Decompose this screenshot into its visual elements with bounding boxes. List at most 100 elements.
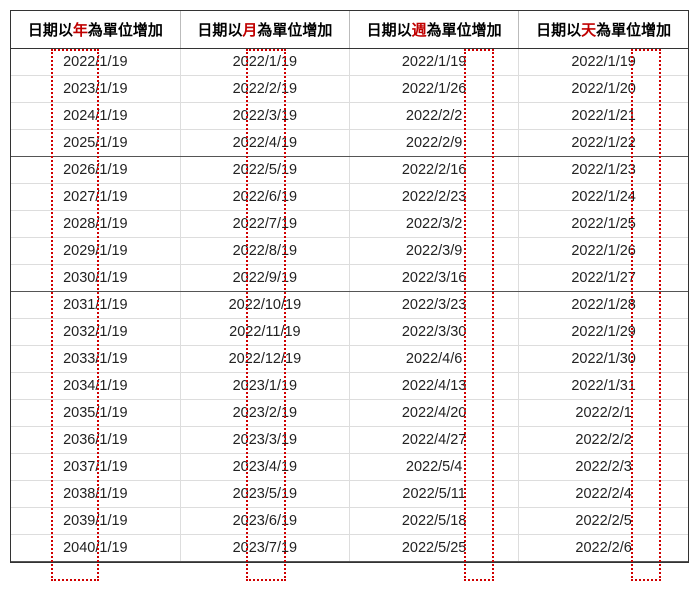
cell-day: 2022/1/29 xyxy=(519,319,688,346)
table-row: 2037/1/192023/4/192022/5/42022/2/3 xyxy=(11,454,688,481)
cell-week: 2022/2/23 xyxy=(350,184,519,211)
cell-week: 2022/5/25 xyxy=(350,535,519,562)
header-unit-week: 週 xyxy=(412,22,427,39)
header-post: 為單位增加 xyxy=(427,22,502,39)
table-row: 2032/1/192022/11/192022/3/302022/1/29 xyxy=(11,319,688,346)
cell-month: 2023/1/19 xyxy=(180,373,349,400)
header-post: 為單位增加 xyxy=(88,22,163,39)
header-day: 日期以天為單位增加 xyxy=(519,11,688,49)
header-post: 為單位增加 xyxy=(596,22,671,39)
cell-year: 2026/1/19 xyxy=(11,157,180,184)
cell-week: 2022/4/20 xyxy=(350,400,519,427)
cell-month: 2022/1/19 xyxy=(180,49,349,76)
cell-year: 2031/1/19 xyxy=(11,292,180,319)
cell-year: 2027/1/19 xyxy=(11,184,180,211)
header-pre: 日期以 xyxy=(367,22,412,39)
cell-week: 2022/2/16 xyxy=(350,157,519,184)
cell-month: 2022/11/19 xyxy=(180,319,349,346)
cell-week: 2022/4/27 xyxy=(350,427,519,454)
cell-day: 2022/1/26 xyxy=(519,238,688,265)
header-week: 日期以週為單位增加 xyxy=(350,11,519,49)
cell-day: 2022/1/25 xyxy=(519,211,688,238)
table-row: 2033/1/192022/12/192022/4/62022/1/30 xyxy=(11,346,688,373)
cell-day: 2022/1/21 xyxy=(519,103,688,130)
cell-day: 2022/1/30 xyxy=(519,346,688,373)
cell-month: 2022/4/19 xyxy=(180,130,349,157)
cell-month: 2022/3/19 xyxy=(180,103,349,130)
header-pre: 日期以 xyxy=(28,22,73,39)
cell-day: 2022/1/22 xyxy=(519,130,688,157)
cell-month: 2023/5/19 xyxy=(180,481,349,508)
cell-week: 2022/3/16 xyxy=(350,265,519,292)
cell-year: 2037/1/19 xyxy=(11,454,180,481)
cell-day: 2022/2/3 xyxy=(519,454,688,481)
cell-week: 2022/5/4 xyxy=(350,454,519,481)
table-row: 2034/1/192023/1/192022/4/132022/1/31 xyxy=(11,373,688,400)
cell-year: 2033/1/19 xyxy=(11,346,180,373)
date-table-container: 日期以年為單位增加 日期以月為單位增加 日期以週為單位增加 日期以天為單位增加 … xyxy=(10,10,689,563)
cell-year: 2029/1/19 xyxy=(11,238,180,265)
cell-month: 2022/2/19 xyxy=(180,76,349,103)
cell-day: 2022/1/24 xyxy=(519,184,688,211)
cell-year: 2030/1/19 xyxy=(11,265,180,292)
cell-year: 2024/1/19 xyxy=(11,103,180,130)
cell-month: 2023/7/19 xyxy=(180,535,349,562)
header-month: 日期以月為單位增加 xyxy=(180,11,349,49)
table-row: 2035/1/192023/2/192022/4/202022/2/1 xyxy=(11,400,688,427)
cell-year: 2036/1/19 xyxy=(11,427,180,454)
table-row: 2030/1/192022/9/192022/3/162022/1/27 xyxy=(11,265,688,292)
cell-week: 2022/3/2 xyxy=(350,211,519,238)
cell-week: 2022/4/13 xyxy=(350,373,519,400)
cell-month: 2022/5/19 xyxy=(180,157,349,184)
cell-week: 2022/3/9 xyxy=(350,238,519,265)
cell-week: 2022/3/30 xyxy=(350,319,519,346)
cell-month: 2022/10/19 xyxy=(180,292,349,319)
cell-year: 2039/1/19 xyxy=(11,508,180,535)
cell-week: 2022/1/26 xyxy=(350,76,519,103)
table-row: 2028/1/192022/7/192022/3/22022/1/25 xyxy=(11,211,688,238)
table-row: 2036/1/192023/3/192022/4/272022/2/2 xyxy=(11,427,688,454)
table-row: 2025/1/192022/4/192022/2/92022/1/22 xyxy=(11,130,688,157)
table-row: 2022/1/192022/1/192022/1/192022/1/19 xyxy=(11,49,688,76)
cell-year: 2035/1/19 xyxy=(11,400,180,427)
cell-year: 2038/1/19 xyxy=(11,481,180,508)
cell-month: 2022/7/19 xyxy=(180,211,349,238)
cell-day: 2022/1/19 xyxy=(519,49,688,76)
header-unit-year: 年 xyxy=(73,22,88,39)
cell-month: 2022/9/19 xyxy=(180,265,349,292)
cell-month: 2023/3/19 xyxy=(180,427,349,454)
cell-week: 2022/5/11 xyxy=(350,481,519,508)
cell-year: 2034/1/19 xyxy=(11,373,180,400)
table-row: 2040/1/192023/7/192022/5/252022/2/6 xyxy=(11,535,688,562)
header-post: 為單位增加 xyxy=(257,22,332,39)
cell-day: 2022/1/28 xyxy=(519,292,688,319)
cell-month: 2022/6/19 xyxy=(180,184,349,211)
cell-month: 2023/6/19 xyxy=(180,508,349,535)
cell-day: 2022/2/4 xyxy=(519,481,688,508)
date-table: 日期以年為單位增加 日期以月為單位增加 日期以週為單位增加 日期以天為單位增加 … xyxy=(11,11,688,562)
cell-day: 2022/1/27 xyxy=(519,265,688,292)
table-row: 2027/1/192022/6/192022/2/232022/1/24 xyxy=(11,184,688,211)
cell-year: 2025/1/19 xyxy=(11,130,180,157)
header-unit-day: 天 xyxy=(581,22,596,39)
cell-day: 2022/2/2 xyxy=(519,427,688,454)
cell-year: 2032/1/19 xyxy=(11,319,180,346)
table-body: 2022/1/192022/1/192022/1/192022/1/192023… xyxy=(11,49,688,562)
cell-week: 2022/5/18 xyxy=(350,508,519,535)
cell-year: 2022/1/19 xyxy=(11,49,180,76)
cell-week: 2022/4/6 xyxy=(350,346,519,373)
table-row: 2031/1/192022/10/192022/3/232022/1/28 xyxy=(11,292,688,319)
cell-month: 2023/2/19 xyxy=(180,400,349,427)
cell-day: 2022/1/23 xyxy=(519,157,688,184)
table-row: 2038/1/192023/5/192022/5/112022/2/4 xyxy=(11,481,688,508)
cell-year: 2023/1/19 xyxy=(11,76,180,103)
cell-day: 2022/2/6 xyxy=(519,535,688,562)
cell-day: 2022/2/5 xyxy=(519,508,688,535)
cell-month: 2022/8/19 xyxy=(180,238,349,265)
cell-day: 2022/1/31 xyxy=(519,373,688,400)
header-unit-month: 月 xyxy=(242,22,257,39)
header-pre: 日期以 xyxy=(536,22,581,39)
table-row: 2039/1/192023/6/192022/5/182022/2/5 xyxy=(11,508,688,535)
table-row: 2024/1/192022/3/192022/2/22022/1/21 xyxy=(11,103,688,130)
cell-day: 2022/1/20 xyxy=(519,76,688,103)
